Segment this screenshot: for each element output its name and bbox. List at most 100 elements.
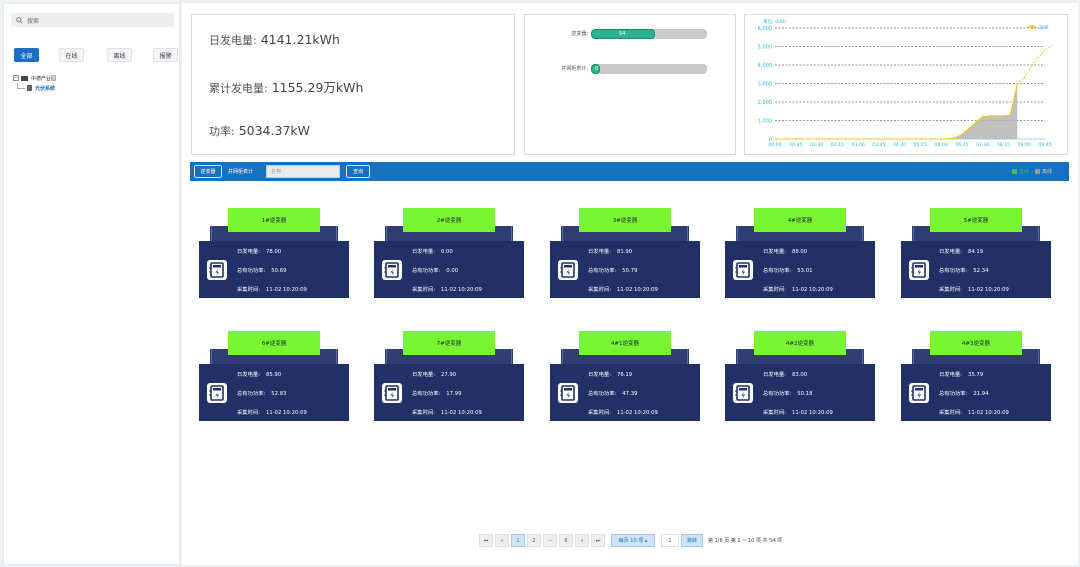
card-daily-label: 日发电量: <box>237 249 260 255</box>
collapse-toggle-icon[interactable]: − <box>13 75 19 81</box>
page-2-button[interactable]: 2 <box>527 534 541 547</box>
inverter-card[interactable]: 日发电量: 81.90 总有功功率: 50.79 采集时间: 11-02 10:20:09… <box>550 208 700 298</box>
card-daily-energy: 日发电量: 85.90 <box>237 370 281 378</box>
y-tick-label: 1,000 <box>758 119 772 125</box>
card-daily-energy: 日发电量: 88.00 <box>763 247 807 255</box>
card-body: 日发电量: 84.19 总有功功率: 52.34 采集时间: 11-02 10:20:09 <box>901 241 1051 298</box>
inverter-card[interactable]: 日发电量: 88.00 总有功功率: 53.01 采集时间: 11-02 10:20:09… <box>725 208 875 298</box>
x-tick-label: 03:45 <box>872 142 885 148</box>
inverter-card[interactable]: 日发电量: 0.00 总有功功率: 0.00 采集时间: 11-02 10:20:09 2#… <box>374 208 524 298</box>
card-daily-label: 日发电量: <box>763 372 786 378</box>
jump-button[interactable]: 跳转 <box>681 534 703 547</box>
tree-node-root[interactable]: − 中德产业园 <box>13 73 56 83</box>
power-chart: 01,0002,0003,0004,0005,0006,00000:00 00:4… <box>758 18 1053 148</box>
card-daily-label: 日发电量: <box>412 249 435 255</box>
y-tick-label: 2,000 <box>758 100 772 106</box>
x-tick-label: 09:00 <box>1018 142 1031 148</box>
inverter-card[interactable]: 日发电量: 27.90 总有功功率: 17.99 采集时间: 11-02 10:20:09… <box>374 331 524 421</box>
name-search-input[interactable]: 名称 <box>266 165 340 178</box>
inverter-card[interactable]: 日发电量: 76.19 总有功功率: 47.39 采集时间: 11-02 10:20:09… <box>550 331 700 421</box>
x-tick-label: 00:00 <box>768 142 781 148</box>
filter-online-button[interactable]: 在线 <box>59 48 84 62</box>
data-point <box>815 138 818 140</box>
data-point <box>1009 114 1012 117</box>
card-time-value: 11-02 10:20:09 <box>616 410 658 416</box>
card-active-power: 总有功功率: 50.79 <box>588 266 637 274</box>
card-active-power: 总有功功率: 52.83 <box>237 389 286 397</box>
card-daily-label: 日发电量: <box>939 372 962 378</box>
card-collect-time: 采集时间: 11-02 10:20:09 <box>412 285 482 293</box>
data-point <box>940 138 942 140</box>
meter-count-label: 并网柜表计: <box>561 66 588 72</box>
first-page-button[interactable]: ⏮ <box>479 534 493 547</box>
x-tick-label: 04:30 <box>893 142 906 148</box>
inverter-count-value: 54 <box>619 30 626 37</box>
file-icon <box>27 85 32 91</box>
filter-offline-button[interactable]: 离线 <box>107 48 132 62</box>
card-time-label: 采集时间: <box>939 410 962 416</box>
card-time-label: 采集时间: <box>412 410 435 416</box>
card-active-power: 总有功功率: 17.99 <box>412 389 461 397</box>
last-page-button[interactable]: ⏭ <box>591 534 605 547</box>
inverter-card[interactable]: 日发电量: 85.90 总有功功率: 52.83 采集时间: 11-02 10:20:09… <box>199 331 349 421</box>
tree-node-child[interactable]: 光伏系统 <box>13 83 56 93</box>
inverter-icon <box>909 260 929 280</box>
next-page-button[interactable]: » <box>575 534 589 547</box>
card-time-label: 采集时间: <box>237 410 260 416</box>
legend-label: 功率 <box>1039 24 1049 31</box>
daily-energy-label: 日发电量: <box>209 34 257 47</box>
y-tick-label: 6,000 <box>758 26 772 32</box>
data-point <box>995 115 998 117</box>
data-point <box>898 138 901 140</box>
card-power-value: 50.79 <box>622 268 638 274</box>
status-filter-tabs: 全部 在线 离线 报警 <box>12 48 178 62</box>
grid-meter-tab[interactable]: 并网柜表计 <box>228 165 253 178</box>
card-daily-value: 84.19 <box>967 249 984 255</box>
pagination-summary: 第 1/6 页 第 1 ~ 10 项 共 54 项 <box>708 538 783 544</box>
card-power-value: 52.83 <box>271 391 287 397</box>
card-body: 日发电量: 85.90 总有功功率: 52.83 采集时间: 11-02 10:20:09 <box>199 364 349 421</box>
card-time-value: 11-02 10:20:09 <box>791 410 833 416</box>
prev-page-button[interactable]: « <box>495 534 509 547</box>
filter-all-button[interactable]: 全部 <box>14 48 39 62</box>
device-count-panel: 逆变器: 54 并网柜表计: 0 <box>524 14 736 155</box>
card-daily-energy: 日发电量: 76.19 <box>588 370 632 378</box>
card-title: 4#3逆变器 <box>930 331 1022 355</box>
inverter-icon <box>207 383 227 403</box>
card-power-label: 总有功功率: <box>588 268 617 274</box>
card-time-value: 11-02 10:20:09 <box>440 410 482 416</box>
inverter-card[interactable]: 日发电量: 78.00 总有功功率: 50.69 采集时间: 11-02 10:20:09… <box>199 208 349 298</box>
card-body: 日发电量: 83.00 总有功功率: 50.18 采集时间: 11-02 10:20:09 <box>725 364 875 421</box>
meter-count-row: 并网柜表计: 0 <box>525 63 737 74</box>
page-1-button[interactable]: 1 <box>511 534 525 547</box>
inverter-icon <box>558 260 578 280</box>
page-6-button[interactable]: 6 <box>559 534 573 547</box>
inverter-tab-button[interactable]: 逆变器 <box>194 165 222 178</box>
card-body: 日发电量: 35.79 总有功功率: 21.94 采集时间: 11-02 10:20:09 <box>901 364 1051 421</box>
card-body: 日发电量: 0.00 总有功功率: 0.00 采集时间: 11-02 10:20:09 <box>374 241 524 298</box>
jump-page-input[interactable]: 1 <box>661 534 679 547</box>
total-energy-label: 累计发电量: <box>209 82 268 95</box>
main-content: 日发电量: 4141.21kWh 累计发电量: 1155.29万kWh 功率: … <box>182 3 1078 565</box>
power-area <box>775 83 1018 139</box>
card-power-label: 总有功功率: <box>588 391 617 397</box>
card-daily-label: 日发电量: <box>412 372 435 378</box>
card-time-label: 采集时间: <box>763 287 786 293</box>
search-input[interactable]: 搜索 <box>11 13 174 27</box>
filter-alarm-button[interactable]: 报警 <box>153 48 178 62</box>
tree-child-label: 光伏系统 <box>35 85 56 92</box>
card-title: 4#2逆变器 <box>754 331 846 355</box>
card-active-power: 总有功功率: 50.69 <box>237 266 286 274</box>
card-daily-value: 81.90 <box>616 249 633 255</box>
inverter-card[interactable]: 日发电量: 84.19 总有功功率: 52.34 采集时间: 11-02 10:20:09… <box>901 208 1051 298</box>
page-size-select[interactable]: 每页 10 项 ▴ <box>611 534 655 547</box>
card-daily-energy: 日发电量: 81.90 <box>588 247 632 255</box>
card-daily-label: 日发电量: <box>763 249 786 255</box>
power-stat: 功率: 5034.37kW <box>209 123 310 139</box>
inverter-card[interactable]: 日发电量: 83.00 总有功功率: 50.18 采集时间: 11-02 10:20:09… <box>725 331 875 421</box>
inverter-card[interactable]: 日发电量: 35.79 总有功功率: 21.94 采集时间: 11-02 10:20:09… <box>901 331 1051 421</box>
data-point <box>947 138 949 140</box>
card-power-value: 53.01 <box>797 268 813 274</box>
card-power-label: 总有功功率: <box>939 268 968 274</box>
query-button[interactable]: 查询 <box>346 165 370 178</box>
